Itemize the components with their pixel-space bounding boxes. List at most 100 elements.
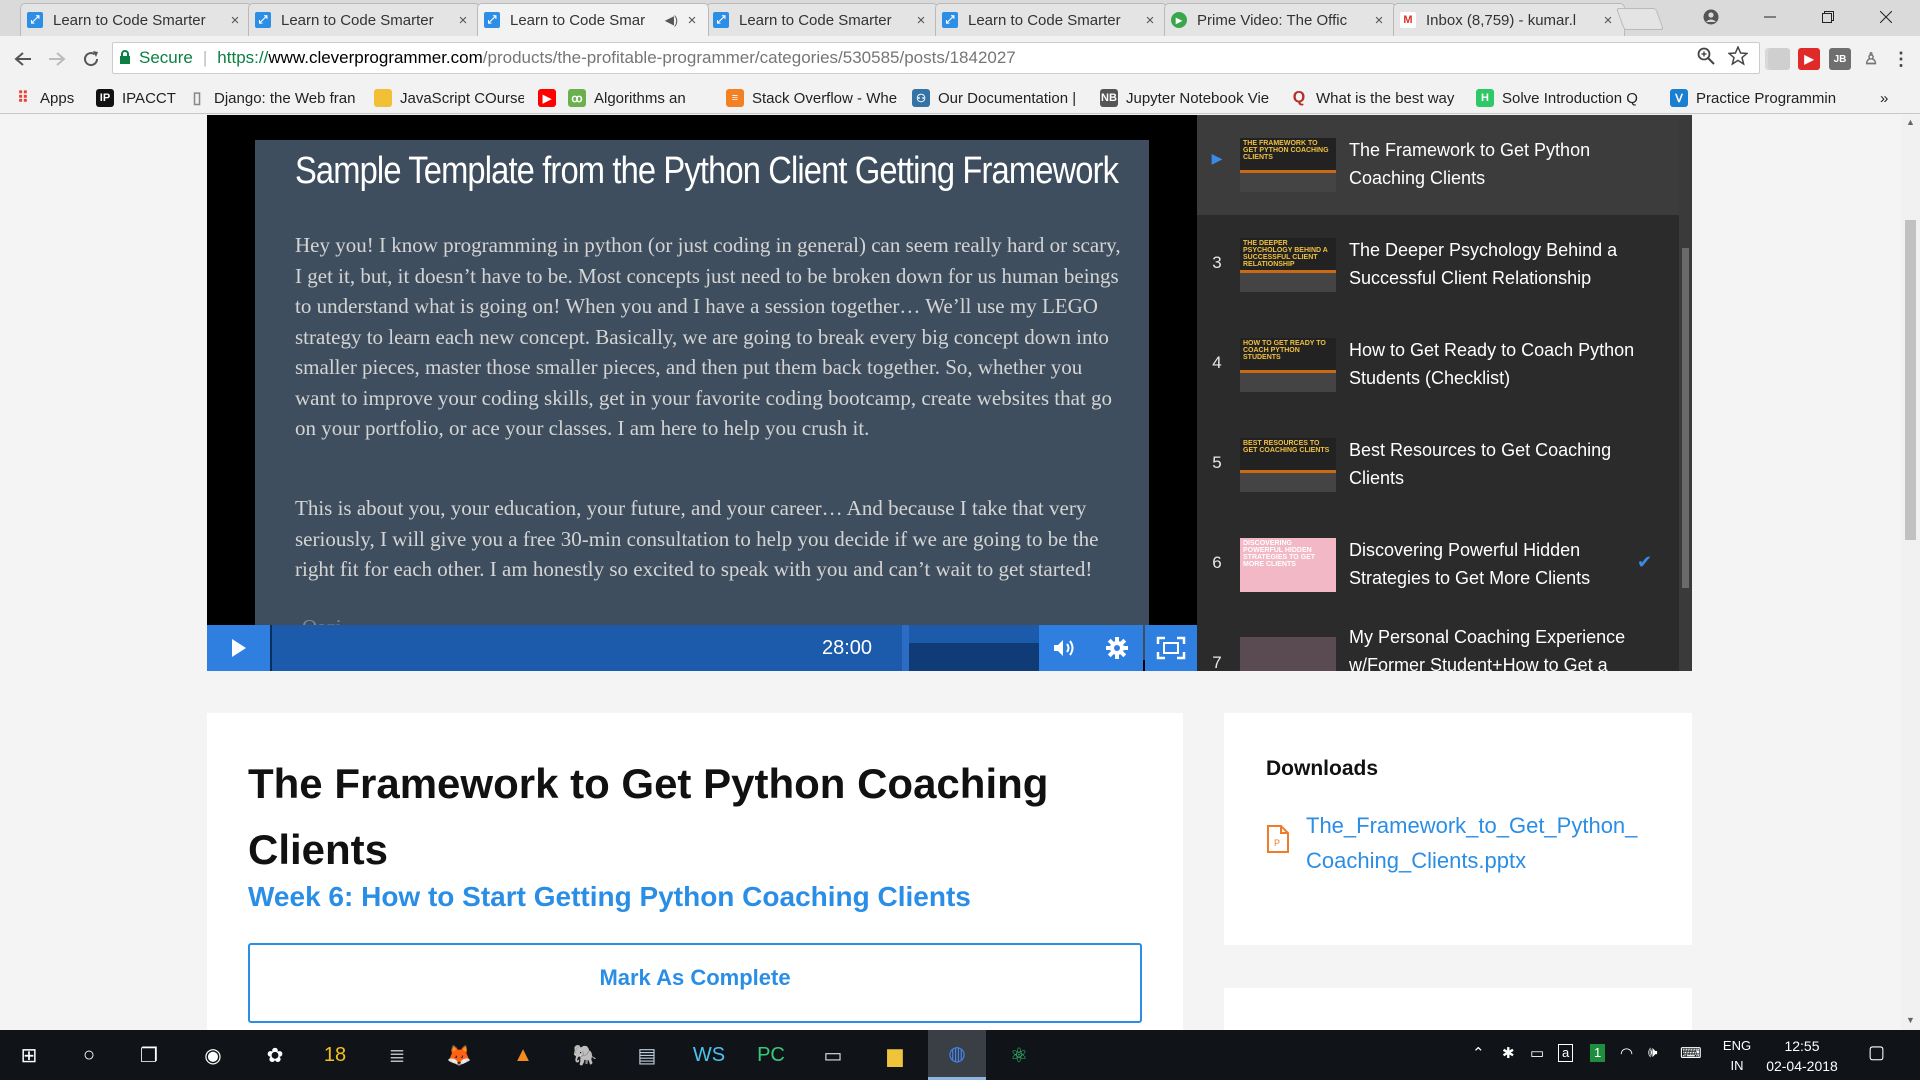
fullscreen-button[interactable] — [1145, 625, 1197, 671]
close-window-icon[interactable] — [1858, 0, 1914, 34]
reload-button[interactable] — [76, 44, 106, 74]
tray-bluetooth-icon[interactable]: ✱ — [1502, 1044, 1515, 1062]
bookmark-item[interactable]: ⠿ Apps — [14, 88, 84, 108]
bookmark-item[interactable]: H Solve Introduction Q — [1476, 88, 1654, 108]
bookmarks-overflow-button[interactable]: » — [1880, 88, 1888, 108]
bookmark-item[interactable]: JavaScript COurse — [374, 88, 524, 108]
tray-keyboard-icon[interactable]: ⌨ — [1680, 1044, 1702, 1062]
tab-close-icon[interactable]: × — [684, 12, 700, 29]
playlist-item[interactable]: ▶ THE FRAMEWORK TO GET PYTHON COACHING CL… — [1197, 115, 1679, 215]
forward-button[interactable] — [42, 44, 72, 74]
media-player-icon[interactable]: ◉ — [184, 1030, 242, 1080]
now-playing-icon: ▶ — [1211, 150, 1223, 166]
tab-audio-icon[interactable]: ◀) — [665, 13, 678, 27]
playlist-scroll-thumb[interactable] — [1682, 248, 1689, 588]
browser-tab[interactable]: ⤢ Learn to Code Smarter × — [935, 3, 1167, 36]
fox-icon[interactable]: 🦊 — [430, 1030, 488, 1080]
profile-icon[interactable] — [1683, 0, 1739, 34]
restore-icon[interactable] — [1800, 0, 1856, 34]
stackoverflow-icon: ≡ — [726, 89, 744, 107]
webstorm-icon[interactable]: WS — [680, 1030, 738, 1080]
playlist-item[interactable]: 3 THE DEEPER PSYCHOLOGY BEHIND A SUCCESSF… — [1197, 215, 1679, 315]
page-scrollbar[interactable]: ▲ ▼ — [1901, 115, 1920, 1030]
zoom-icon[interactable] — [1697, 47, 1715, 70]
download-file-link[interactable]: The_Framework_to_Get_Python_ Coaching_Cl… — [1306, 808, 1646, 878]
playlist-item[interactable]: 5 BEST RESOURCES TO GET COACHING CLIENTS B… — [1197, 415, 1679, 515]
bookmark-item[interactable]: IP IPACCT — [96, 88, 178, 108]
windows-start-icon[interactable]: ⊞ — [0, 1030, 58, 1080]
tray-chevron-icon[interactable]: ⌃ — [1472, 1044, 1485, 1062]
18-app-icon[interactable]: 18 — [306, 1030, 364, 1080]
playlist-item[interactable]: 7 My Personal Coaching Experience w/Former… — [1197, 615, 1679, 671]
tray-volume-icon[interactable]: 🕪 — [1648, 1044, 1657, 1061]
back-button[interactable] — [8, 44, 38, 74]
terminal-icon[interactable]: ▭ — [804, 1030, 862, 1080]
bookmark-item[interactable]: ᐯ Practice Programmin — [1670, 88, 1840, 108]
thumbnail-desk-graphic — [1240, 370, 1336, 392]
settings-app-icon[interactable]: ✿ — [246, 1030, 304, 1080]
playlist-item[interactable]: 4 HOW TO GET READY TO COACH PYTHON STUDEN… — [1197, 315, 1679, 415]
week-link[interactable]: Week 6: How to Start Getting Python Coac… — [248, 881, 971, 913]
bookmark-star-icon[interactable] — [1727, 45, 1749, 71]
file-editor-icon[interactable]: ▤ — [618, 1030, 676, 1080]
tab-close-icon[interactable]: × — [1600, 12, 1616, 29]
bookmark-item[interactable]: ≡ Stack Overflow - Whe — [726, 88, 898, 108]
extension-video-icon[interactable]: ▶ — [1798, 48, 1820, 70]
progress-knob[interactable] — [902, 625, 909, 671]
extension-gray-icon[interactable] — [1768, 48, 1790, 70]
database-icon[interactable]: ≣ — [368, 1030, 426, 1080]
tab-close-icon[interactable]: × — [227, 12, 243, 29]
pycharm-icon[interactable]: PC — [742, 1030, 800, 1080]
bookmark-item[interactable]: NB Jupyter Notebook Vie — [1100, 88, 1276, 108]
notifications-icon[interactable]: ▢ — [1868, 1042, 1885, 1063]
volume-button[interactable] — [1039, 625, 1091, 671]
extension-jb-icon[interactable]: JB — [1829, 48, 1851, 70]
page-scroll-thumb[interactable] — [1905, 220, 1916, 540]
bookmark-item[interactable]: ꝏ Algorithms an — [568, 88, 710, 108]
vlc-icon[interactable]: ▲ — [494, 1030, 552, 1080]
browser-tab[interactable]: ⤢ Learn to Code Smar ◀) × — [477, 3, 709, 36]
file-explorer-icon[interactable]: ▆ — [866, 1030, 924, 1080]
cortana-icon[interactable]: ○ — [60, 1030, 118, 1080]
scroll-down-arrow[interactable]: ▼ — [1906, 1015, 1915, 1025]
tab-close-icon[interactable]: × — [1371, 12, 1387, 29]
postgres-icon[interactable]: 🐘 — [556, 1030, 614, 1080]
browser-tab[interactable]: ⤢ Learn to Code Smarter × — [20, 3, 252, 36]
tab-close-icon[interactable]: × — [913, 12, 929, 29]
tray-battery-icon[interactable]: ▭ — [1530, 1044, 1544, 1062]
language-indicator[interactable]: ENG IN — [1715, 1036, 1759, 1076]
task-view-icon[interactable]: ❐ — [120, 1030, 178, 1080]
address-bar[interactable]: Secure | https://www.cleverprogrammer.co… — [112, 42, 1760, 74]
mark-complete-button[interactable]: Mark As Complete — [248, 943, 1142, 1023]
new-tab-button[interactable] — [1615, 8, 1665, 30]
menu-icon[interactable]: ⋮ — [1890, 48, 1912, 70]
browser-tab[interactable]: ⤢ Learn to Code Smarter × — [248, 3, 480, 36]
minimize-icon[interactable] — [1742, 0, 1798, 34]
playlist-scrollbar[interactable] — [1679, 115, 1692, 671]
atom-icon[interactable]: ⚛ — [990, 1030, 1048, 1080]
bookmark-item[interactable]: Q What is the best way — [1290, 88, 1462, 108]
browser-tab[interactable]: M Inbox (8,759) - kumar.l × — [1393, 3, 1625, 36]
scroll-up-arrow[interactable]: ▲ — [1906, 117, 1915, 127]
extension-person-icon[interactable]: ♙ — [1860, 48, 1882, 70]
play-button[interactable] — [207, 625, 270, 671]
tray-badge[interactable]: 1 — [1590, 1044, 1606, 1062]
browser-tab[interactable]: ▶ Prime Video: The Offic × — [1164, 3, 1396, 36]
folder-icon — [374, 89, 392, 107]
chrome-icon[interactable]: ◍ — [928, 1030, 986, 1080]
tray-wifi-icon[interactable]: ◠ — [1620, 1044, 1633, 1062]
browser-tab[interactable]: ⤢ Learn to Code Smarter × — [706, 3, 938, 36]
system-clock[interactable]: 12:55 02-04-2018 — [1762, 1036, 1842, 1076]
tab-close-icon[interactable]: × — [1142, 12, 1158, 29]
bookmark-item[interactable]: ▯ Django: the Web fran — [188, 88, 358, 108]
settings-button[interactable] — [1091, 625, 1143, 671]
pptx-file-icon: P — [1266, 825, 1290, 857]
bookmark-item[interactable]: ⚇ Our Documentation | — [912, 88, 1084, 108]
tray-amazon-icon[interactable]: a — [1558, 1044, 1574, 1062]
video-progress-bar[interactable]: 28:00 — [270, 625, 1093, 671]
cp-icon: ⤢ — [255, 12, 271, 28]
tab-close-icon[interactable]: × — [455, 12, 471, 29]
playlist-item[interactable]: 6 DISCOVERING POWERFUL HIDDEN STRATEGIES … — [1197, 515, 1679, 615]
bookmark-item[interactable]: ▶ — [538, 88, 560, 108]
video-player[interactable]: Sample Template from the Python Client G… — [207, 115, 1197, 671]
